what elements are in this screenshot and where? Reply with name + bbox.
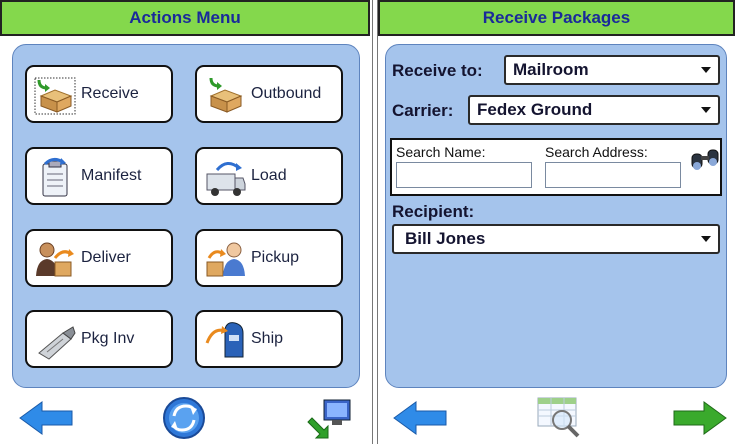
manifest-clipboard-icon [33, 156, 77, 198]
back-arrow-icon[interactable] [392, 400, 448, 441]
pkg-inv-button[interactable]: Pkg Inv [25, 310, 173, 368]
outbound-box-icon [203, 74, 247, 116]
pickup-person-icon [203, 238, 247, 280]
deliver-button[interactable]: Deliver [25, 229, 173, 287]
chevron-down-icon [701, 107, 711, 113]
pickup-button[interactable]: Pickup [195, 229, 343, 287]
network-computer-icon[interactable] [306, 396, 354, 447]
outbound-label: Outbound [251, 85, 322, 102]
ship-mailbox-icon [203, 319, 247, 361]
next-arrow-icon[interactable] [672, 400, 728, 441]
deliver-person-icon [33, 238, 77, 280]
receive-packages-panel: Receive Packages Receive to: Mailroom Ca… [378, 0, 735, 444]
receive-button[interactable]: Receive [25, 65, 173, 123]
refresh-icon[interactable] [160, 396, 208, 445]
manifest-button[interactable]: Manifest [25, 147, 173, 205]
binoculars-icon[interactable] [689, 146, 723, 177]
search-address-label: Search Address: [545, 144, 648, 160]
ship-button[interactable]: Ship [195, 310, 343, 368]
receive-packages-content: Receive to: Mailroom Carrier: Fedex Grou… [385, 44, 727, 388]
search-panel: Search Name: Search Address: [390, 138, 722, 196]
recipient-select[interactable]: Bill Jones [392, 224, 720, 254]
load-truck-icon [203, 156, 247, 198]
recipient-value: Bill Jones [405, 229, 486, 248]
barcode-scanner-icon [33, 319, 77, 361]
ship-label: Ship [251, 330, 284, 347]
receive-to-select[interactable]: Mailroom [504, 55, 720, 85]
actions-menu-content: Receive Outbound Manifest Load Deliver P… [12, 44, 360, 388]
actions-menu-title: Actions Menu [0, 0, 370, 36]
pickup-label: Pickup [251, 249, 300, 266]
chevron-down-icon [701, 67, 711, 73]
carrier-select[interactable]: Fedex Ground [468, 95, 720, 125]
receive-packages-title: Receive Packages [378, 0, 735, 36]
grid-search-icon[interactable] [536, 394, 584, 445]
load-button[interactable]: Load [195, 147, 343, 205]
carrier-value: Fedex Ground [477, 100, 593, 119]
receive-box-icon [33, 74, 77, 116]
search-address-input[interactable] [545, 162, 681, 188]
search-name-input[interactable] [396, 162, 532, 188]
search-name-label: Search Name: [396, 144, 486, 160]
recipient-label: Recipient: [392, 202, 475, 221]
actions-menu-panel: Actions Menu Receive Outbound Manifest L… [0, 0, 372, 444]
outbound-button[interactable]: Outbound [195, 65, 343, 123]
receive-label: Receive [81, 85, 139, 102]
deliver-label: Deliver [81, 249, 131, 266]
receive-to-value: Mailroom [513, 60, 589, 79]
load-label: Load [251, 167, 287, 184]
manifest-label: Manifest [81, 167, 142, 184]
pkg-inv-label: Pkg Inv [81, 330, 135, 347]
back-arrow-icon[interactable] [18, 400, 74, 441]
chevron-down-icon [701, 236, 711, 242]
